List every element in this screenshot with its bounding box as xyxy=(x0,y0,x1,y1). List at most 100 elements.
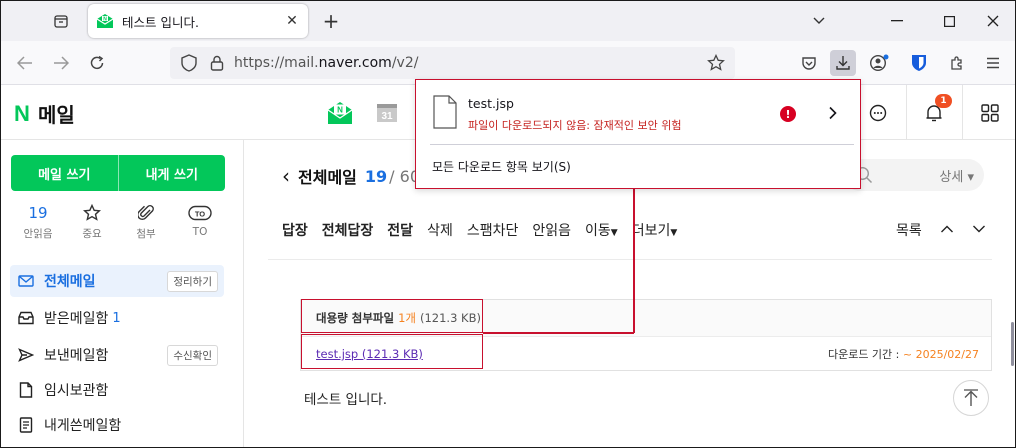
logo-text: 메일 xyxy=(38,103,75,127)
url-domain: naver.com xyxy=(318,55,392,71)
folder-label: 전체메일 xyxy=(44,274,96,290)
reload-icon[interactable] xyxy=(84,50,110,76)
quick-label: TO xyxy=(192,226,208,238)
download-file-name: test.jsp xyxy=(468,96,514,111)
minimize-icon[interactable] xyxy=(884,8,910,34)
address-bar[interactable]: https://mail.naver.com/v2/ xyxy=(170,47,735,79)
next-mail-chevron-down-icon[interactable] xyxy=(972,222,986,238)
mail-toolbar: 답장 전체답장 전달 삭제 스팸차단 안읽음 이동▼ 더보기▼ xyxy=(282,220,691,240)
reply-all-button[interactable]: 전체답장 xyxy=(322,220,374,240)
naver-mail-favicon-icon: N xyxy=(96,13,114,29)
tab-active[interactable]: N 테스트 입니다. ✕ xyxy=(88,4,308,38)
compose-buttons: 메일 쓰기 내게 쓰기 xyxy=(11,155,225,191)
divider xyxy=(430,144,854,145)
more-dropdown[interactable]: 더보기▼ xyxy=(632,220,678,240)
scroll-to-top-button[interactable] xyxy=(953,380,989,416)
chevron-right-icon[interactable] xyxy=(820,100,846,126)
svg-text:N: N xyxy=(103,17,107,23)
bitwarden-shield-icon[interactable] xyxy=(906,50,932,76)
search-box[interactable]: 상세 ▾ xyxy=(844,159,984,191)
quick-to-me[interactable]: TO TO xyxy=(176,202,224,241)
menu-hamburger-icon[interactable] xyxy=(980,50,1006,76)
search-detail-toggle[interactable]: 상세 ▾ xyxy=(939,166,974,185)
folder-inbox[interactable]: 받은메일함 1 xyxy=(10,302,224,334)
unread-count: 19 xyxy=(364,166,388,186)
arrow-up-icon xyxy=(964,389,978,406)
back-icon[interactable] xyxy=(12,50,38,76)
download-item[interactable]: test.jsp 파일이 다운로드되지 않음: 잠재적인 보안 위험 ! xyxy=(416,80,859,144)
to-badge-icon: TO xyxy=(188,202,212,224)
pocket-icon[interactable] xyxy=(796,50,822,76)
write-to-self-button[interactable]: 내게 쓰기 xyxy=(117,155,226,191)
caret-down-icon: ▼ xyxy=(610,228,618,238)
highlight-attachment-header xyxy=(301,299,483,333)
prev-mail-chevron-up-icon[interactable] xyxy=(940,222,954,238)
delete-button[interactable]: 삭제 xyxy=(427,220,453,240)
naver-mail-logo[interactable]: N 메일 xyxy=(12,99,75,128)
search-detail-label: 상세 xyxy=(939,169,964,185)
tab-list-icon[interactable] xyxy=(50,10,72,32)
grid-icon xyxy=(980,103,999,122)
folder-label: 받은메일함 xyxy=(44,311,109,327)
more-label: 더보기 xyxy=(631,223,671,239)
mark-unread-button[interactable]: 안읽음 xyxy=(532,220,571,240)
tab-close-icon[interactable]: ✕ xyxy=(284,13,300,29)
spam-block-button[interactable]: 스팸차단 xyxy=(467,220,519,240)
app-grid-button[interactable] xyxy=(962,85,1016,140)
extensions-icon[interactable] xyxy=(944,50,970,76)
file-icon xyxy=(432,95,458,129)
notifications-button[interactable]: 1 xyxy=(906,85,960,140)
notification-badge: 1 xyxy=(935,94,952,108)
organize-button[interactable]: 정리하기 xyxy=(167,270,218,292)
close-window-icon[interactable] xyxy=(980,8,1006,34)
document-icon xyxy=(16,380,36,400)
mail-app-icon[interactable]: N xyxy=(326,101,354,125)
chat-bubble-icon xyxy=(869,104,886,121)
quick-unread[interactable]: 19 안읽음 xyxy=(14,202,62,241)
quick-label: 첨부 xyxy=(136,228,156,240)
svg-text:31: 31 xyxy=(381,111,393,122)
quick-label: 안읽음 xyxy=(23,228,53,240)
quick-important[interactable]: 중요 xyxy=(68,202,116,241)
forward-button[interactable]: 전달 xyxy=(387,220,413,240)
downloads-icon[interactable] xyxy=(830,50,856,76)
folder-drafts[interactable]: 임시보관함 xyxy=(10,374,224,406)
tab-overflow-chevron-icon[interactable] xyxy=(808,10,830,32)
naver-logo-letter: N xyxy=(14,100,30,126)
maximize-icon[interactable] xyxy=(936,8,962,34)
new-tab-icon[interactable]: + xyxy=(320,9,342,33)
move-label: 이동 xyxy=(585,223,611,239)
scrollbar-thumb[interactable] xyxy=(1011,322,1014,366)
move-dropdown[interactable]: 이동▼ xyxy=(585,220,618,240)
list-button[interactable]: 목록 xyxy=(896,220,922,240)
folder-sent[interactable]: 보낸메일함 수신확인 xyxy=(10,339,224,371)
forward-icon[interactable] xyxy=(48,50,74,76)
url-text[interactable]: https://mail.naver.com/v2/ xyxy=(234,55,705,71)
read-receipt-button[interactable]: 수신확인 xyxy=(167,344,218,366)
star-icon xyxy=(83,202,101,224)
folder-self-mail[interactable]: 내게쓴메일함 xyxy=(10,409,224,441)
unread-count: 19 xyxy=(28,204,48,222)
show-all-downloads[interactable]: 모든 다운로드 항목 보기(S) xyxy=(432,158,571,175)
reply-button[interactable]: 답장 xyxy=(282,220,308,240)
bookmark-star-icon[interactable] xyxy=(705,52,727,74)
calendar-icon[interactable]: 31 xyxy=(376,101,398,123)
folder-header: ‹ 전체메일 19 / 60 xyxy=(282,164,420,188)
url-prefix: https://mail. xyxy=(234,55,319,71)
folder-all-mail[interactable]: 전체메일 정리하기 xyxy=(10,265,224,297)
caret-down-icon: ▼ xyxy=(670,228,678,238)
download-period-label: 다운로드 기간 : xyxy=(827,348,900,361)
lock-icon[interactable] xyxy=(206,52,228,74)
toolbar-right: 목록 xyxy=(896,220,1004,240)
tracking-shield-icon[interactable] xyxy=(178,52,200,74)
account-icon[interactable] xyxy=(866,50,892,76)
download-status: 파일이 다운로드되지 않음: 잠재적인 보안 위험 xyxy=(468,119,682,132)
highlight-attachment-link xyxy=(301,334,483,369)
quick-label: 중요 xyxy=(82,228,102,240)
send-arrow-icon xyxy=(16,345,36,365)
inbox-tray-icon xyxy=(16,308,36,328)
back-chevron-icon[interactable]: ‹ xyxy=(282,164,290,188)
quick-attachment[interactable]: 첨부 xyxy=(122,202,170,241)
sidebar: 메일 쓰기 내게 쓰기 19 안읽음 중요 첨부 TO TO 전체메일 정리하기… xyxy=(0,140,244,448)
write-mail-button[interactable]: 메일 쓰기 xyxy=(11,155,118,191)
